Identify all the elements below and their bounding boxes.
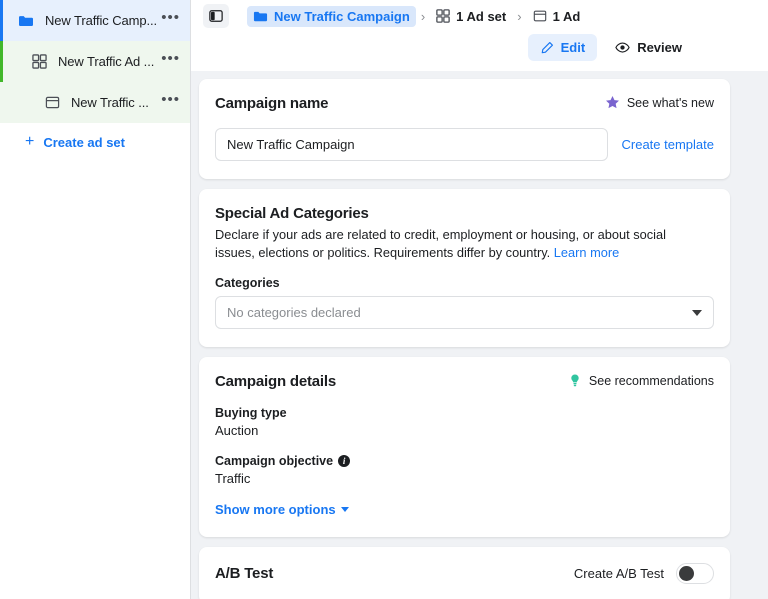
- ab-test-row: A/B Test Create A/B Test: [215, 563, 714, 584]
- sidebar-item-adset[interactable]: New Traffic Ad ... •••: [0, 41, 190, 82]
- window-icon: [533, 9, 547, 23]
- categories-label: Categories: [215, 276, 280, 290]
- sidebar-item-campaign[interactable]: New Traffic Camp... •••: [0, 0, 190, 41]
- create-template-link[interactable]: Create template: [622, 137, 715, 152]
- sidebar-item-menu-icon[interactable]: •••: [161, 51, 180, 68]
- folder-icon: [253, 9, 268, 24]
- campaign-details-card: Campaign details See recommendations Buy…: [199, 357, 730, 537]
- campaign-name-card: Campaign name See what's new Create temp…: [199, 79, 730, 179]
- see-recommendations-label: See recommendations: [588, 373, 714, 388]
- ab-test-toggle-label: Create A/B Test: [573, 566, 664, 581]
- edit-button[interactable]: Edit: [527, 34, 598, 61]
- topbar: New Traffic Campaign › 1 Ad set › 1 Ad E…: [191, 0, 768, 71]
- chevron-down-icon: [340, 507, 349, 512]
- breadcrumb: New Traffic Campaign › 1 Ad set › 1 Ad: [203, 0, 756, 29]
- breadcrumb-label: 1 Ad set: [456, 8, 507, 24]
- sidebar-item-label: New Traffic Ad ...: [58, 54, 155, 69]
- ab-test-toggle-group: Create A/B Test: [574, 563, 714, 584]
- campaign-name-input[interactable]: [215, 128, 608, 161]
- sidebar-item-label: New Traffic Camp...: [45, 13, 158, 28]
- show-more-options-button[interactable]: Show more options: [215, 502, 349, 517]
- create-ab-test-toggle[interactable]: [676, 563, 714, 584]
- buying-type-label: Buying type: [215, 406, 714, 420]
- see-recommendations-link[interactable]: See recommendations: [568, 373, 714, 388]
- ad-accent-bar: [0, 82, 3, 123]
- special-ad-categories-title: Special Ad Categories: [215, 205, 369, 222]
- categories-select[interactable]: No categories declared: [215, 296, 714, 329]
- campaign-objective-label: Campaign objective i: [215, 454, 714, 468]
- breadcrumb-separator: ›: [517, 8, 522, 24]
- see-whats-new-link[interactable]: See what's new: [605, 95, 714, 110]
- page-title: Campaign name: [215, 95, 329, 112]
- info-icon[interactable]: i: [338, 455, 351, 467]
- buying-type-label-text: Buying type: [215, 406, 287, 420]
- sidebar-item-menu-icon[interactable]: •••: [161, 92, 180, 109]
- adset-accent-bar: [0, 41, 3, 82]
- window-icon: [43, 94, 61, 112]
- eye-icon: [615, 40, 630, 55]
- create-ad-set-button[interactable]: + Create ad set: [0, 123, 190, 161]
- buying-type-value: Auction: [215, 423, 259, 438]
- breadcrumb-item-ad[interactable]: 1 Ad: [527, 6, 587, 27]
- main-panel: New Traffic Campaign › 1 Ad set › 1 Ad E…: [191, 0, 768, 599]
- sidebar-item-ad[interactable]: New Traffic ... •••: [0, 82, 190, 123]
- grid-icon: [436, 9, 450, 23]
- create-ad-set-label: Create ad set: [43, 134, 125, 150]
- breadcrumb-label: New Traffic Campaign: [274, 8, 410, 24]
- page-root: New Traffic Camp... ••• New Traffic Ad .…: [0, 0, 768, 599]
- sidebar-item-menu-icon[interactable]: •••: [161, 10, 180, 27]
- sidebar-item-label: New Traffic ...: [71, 95, 149, 110]
- breadcrumb-label: 1 Ad: [552, 8, 581, 24]
- pencil-icon: [540, 41, 554, 55]
- campaign-details-header: Campaign details See recommendations: [215, 373, 714, 390]
- review-button[interactable]: Review: [603, 34, 694, 61]
- learn-more-link[interactable]: Learn more: [554, 245, 619, 260]
- campaign-accent-bar: [0, 0, 3, 41]
- categories-selected-value: No categories declared: [227, 305, 361, 320]
- review-label: Review: [637, 40, 682, 55]
- edit-label: Edit: [560, 40, 586, 55]
- chevron-down-icon: [692, 309, 702, 316]
- campaign-name-row: Create template: [215, 128, 714, 161]
- breadcrumb-item-adset[interactable]: 1 Ad set: [430, 6, 512, 27]
- folder-icon: [17, 12, 35, 30]
- panel-toggle-icon[interactable]: [203, 4, 229, 28]
- star-icon: [605, 95, 620, 110]
- toggle-knob: [679, 566, 694, 581]
- sidebar: New Traffic Camp... ••• New Traffic Ad .…: [0, 0, 191, 599]
- action-bar: Edit Review: [203, 34, 756, 61]
- breadcrumb-separator: ›: [420, 8, 426, 24]
- grid-icon: [30, 53, 48, 71]
- special-ad-categories-card: Special Ad Categories Declare if your ad…: [199, 189, 730, 347]
- ab-test-title: A/B Test: [215, 565, 274, 582]
- special-ad-categories-description: Declare if your ads are related to credi…: [215, 226, 693, 261]
- content-area: Campaign name See what's new Create temp…: [191, 71, 768, 599]
- ab-test-card: A/B Test Create A/B Test: [199, 547, 730, 599]
- campaign-objective-value: Traffic: [215, 471, 251, 486]
- campaign-name-header: Campaign name See what's new: [215, 95, 714, 112]
- lightbulb-icon: [568, 373, 582, 388]
- breadcrumb-item-campaign[interactable]: New Traffic Campaign: [247, 5, 416, 27]
- campaign-details-title: Campaign details: [215, 373, 336, 390]
- campaign-objective-label-text: Campaign objective: [215, 454, 334, 468]
- show-more-options-label: Show more options: [215, 502, 336, 517]
- see-whats-new-label: See what's new: [626, 95, 714, 110]
- plus-icon: +: [25, 133, 35, 150]
